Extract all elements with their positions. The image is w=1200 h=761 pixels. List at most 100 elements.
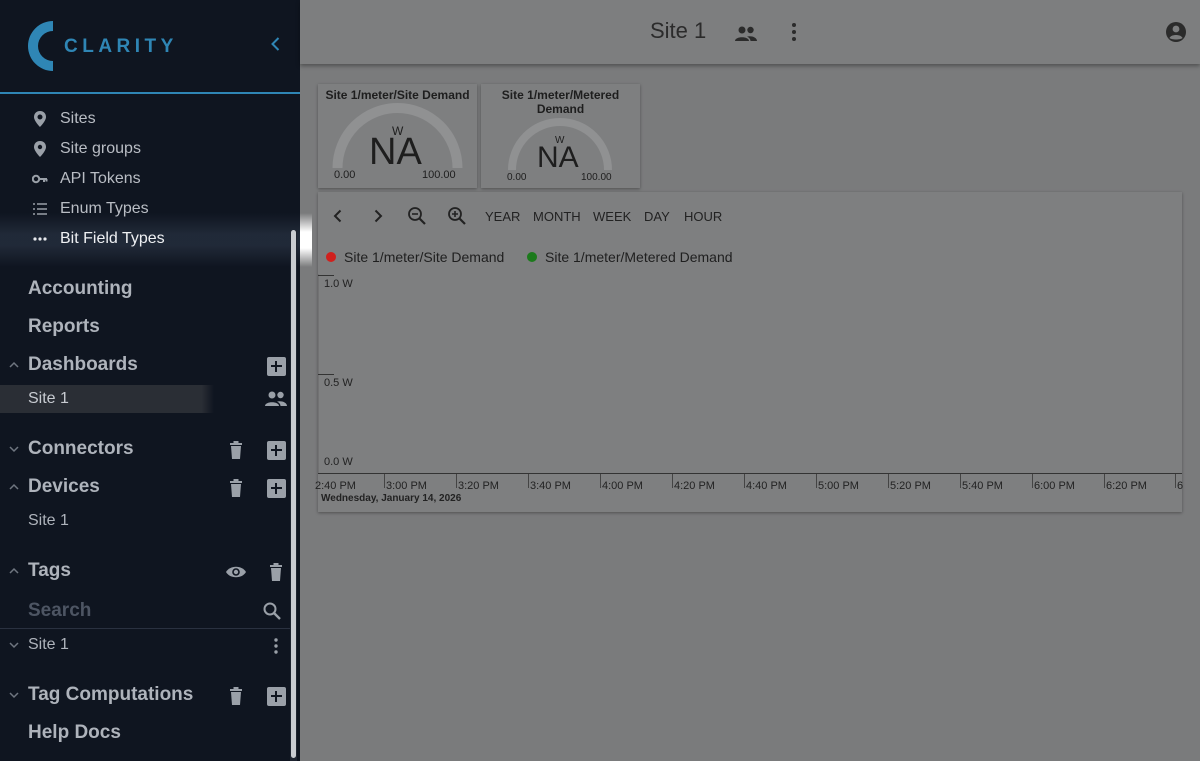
zoom-in-icon	[448, 207, 466, 225]
sidebar-section-connectors[interactable]: Connectors	[0, 434, 300, 466]
legend-item-site-demand[interactable]: Site 1/meter/Site Demand	[326, 249, 504, 265]
collapse-sidebar-button[interactable]	[266, 34, 286, 54]
sidebar-section-reports[interactable]: Reports	[0, 312, 300, 344]
section-title: Connectors	[28, 438, 134, 459]
more-options-button[interactable]	[266, 636, 286, 656]
sidebar-item-sites[interactable]: Sites	[0, 104, 300, 134]
x-tick-label: 5:00 PM	[818, 480, 859, 492]
sidebar-item-bit-field-types[interactable]: Bit Field Types	[0, 224, 300, 254]
gauge-min: 0.00	[334, 169, 356, 181]
range-year-button[interactable]: YEAR	[485, 206, 520, 226]
search-input[interactable]: Search	[28, 600, 91, 622]
section-title: Accounting	[28, 278, 133, 299]
delete-tag-button[interactable]	[266, 562, 286, 582]
sidebar-item-label: Site groups	[60, 140, 141, 157]
delete-device-button[interactable]	[226, 478, 246, 498]
leaf-label: Site 1	[28, 636, 69, 653]
x-tick-label: 4:40 PM	[746, 480, 787, 492]
x-tick-label: 4:20 PM	[674, 480, 715, 492]
x-axis-line	[318, 473, 1182, 474]
sidebar-item-api-tokens[interactable]: API Tokens	[0, 164, 300, 194]
hover-highlight-edge	[300, 213, 312, 267]
sidebar-item-label: Enum Types	[60, 200, 149, 217]
sidebar-section-accounting[interactable]: Accounting	[0, 274, 300, 306]
brand-header: CLARITY	[0, 0, 300, 94]
more-vert-icon[interactable]	[782, 20, 806, 44]
range-hour-button[interactable]: HOUR	[684, 206, 722, 226]
y-tick-label: 1.0 W	[324, 278, 353, 290]
add-tag-computation-button[interactable]	[266, 686, 286, 706]
gauge-title: Site 1/meter/Site Demand	[325, 88, 470, 102]
add-device-button[interactable]	[266, 478, 286, 498]
sidebar: CLARITY Sites Site groups API Tokens Enu…	[0, 0, 300, 761]
delete-connector-button[interactable]	[226, 440, 246, 460]
trash-icon	[230, 687, 242, 705]
sidebar-item-enum-types[interactable]: Enum Types	[0, 194, 300, 224]
legend-label: Site 1/meter/Site Demand	[344, 249, 505, 265]
sidebar-item-label: API Tokens	[60, 170, 141, 187]
chevron-down-icon[interactable]	[8, 443, 20, 455]
x-tick-separator	[672, 474, 673, 488]
shared-users-icon[interactable]	[264, 390, 288, 408]
tag-item-site-1[interactable]: Site 1	[0, 630, 300, 660]
legend-item-metered-demand[interactable]: Site 1/meter/Metered Demand	[527, 249, 733, 265]
x-tick-label: 6	[1177, 480, 1184, 492]
delete-tag-computation-button[interactable]	[226, 686, 246, 706]
trash-icon	[270, 563, 282, 581]
sidebar-section-dashboards[interactable]: Dashboards	[0, 350, 300, 382]
x-tick-separator	[384, 474, 385, 488]
x-tick-label: 2:40 PM	[315, 480, 356, 492]
add-dashboard-button[interactable]	[266, 356, 286, 376]
x-tick-separator	[528, 474, 529, 488]
sidebar-section-tags[interactable]: Tags	[0, 556, 300, 588]
sidebar-scrollbar-thumb[interactable]	[291, 230, 296, 758]
chevron-up-icon[interactable]	[8, 359, 20, 371]
gauge-widget[interactable]: Site 1/meter/Metered Demand W NA 0.00 10…	[481, 84, 640, 188]
x-tick-label: 3:00 PM	[386, 480, 427, 492]
x-tick-label: 3:40 PM	[530, 480, 571, 492]
x-tick-separator	[960, 474, 961, 488]
gauge-widget[interactable]: Site 1/meter/Site Demand W NA 0.00 100.0…	[318, 84, 477, 188]
next-button[interactable]	[370, 206, 386, 226]
trash-icon	[230, 479, 242, 497]
account-icon[interactable]	[1164, 20, 1188, 44]
x-tick-label: 5:40 PM	[962, 480, 1003, 492]
list-icon	[32, 201, 48, 217]
x-tick-label: 4:00 PM	[602, 480, 643, 492]
sidebar-section-help-docs[interactable]: Help Docs	[0, 718, 300, 750]
zoom-out-button[interactable]	[407, 206, 427, 226]
tags-search[interactable]: Search	[0, 595, 290, 629]
gauge-value: NA	[369, 131, 422, 173]
chevron-down-icon[interactable]	[8, 689, 20, 701]
brand-name: CLARITY	[64, 36, 178, 57]
add-connector-button[interactable]	[266, 440, 286, 460]
chevron-right-icon	[374, 209, 383, 223]
gauge-value: NA	[537, 141, 579, 174]
section-title: Dashboards	[28, 354, 138, 375]
range-month-button[interactable]: MONTH	[533, 206, 581, 226]
range-day-button[interactable]: DAY	[644, 206, 670, 226]
toggle-visibility-button[interactable]	[224, 562, 248, 582]
sidebar-section-devices[interactable]: Devices	[0, 472, 300, 504]
previous-button[interactable]	[330, 206, 346, 226]
plus-icon	[266, 686, 286, 706]
legend-swatch	[326, 252, 336, 262]
zoom-in-button[interactable]	[447, 206, 467, 226]
chevron-down-icon[interactable]	[8, 639, 20, 651]
chevron-up-icon[interactable]	[8, 481, 20, 493]
sidebar-item-site-groups[interactable]: Site groups	[0, 134, 300, 164]
search-icon[interactable]	[262, 601, 282, 621]
x-axis-date-label: Wednesday, January 14, 2026	[321, 493, 462, 504]
section-title: Reports	[28, 316, 100, 337]
range-week-button[interactable]: WEEK	[593, 206, 631, 226]
x-tick-separator	[816, 474, 817, 488]
x-tick-separator	[456, 474, 457, 488]
x-tick-label: 6:00 PM	[1034, 480, 1075, 492]
share-users-button[interactable]	[734, 22, 758, 46]
section-title: Tag Computations	[28, 684, 194, 705]
device-item-site-1[interactable]: Site 1	[0, 507, 300, 535]
more-vert-icon	[274, 638, 278, 654]
dashboard-item-site-1[interactable]: Site 1	[0, 385, 252, 413]
sidebar-section-tag-computations[interactable]: Tag Computations	[0, 680, 300, 712]
chevron-up-icon[interactable]	[8, 565, 20, 577]
